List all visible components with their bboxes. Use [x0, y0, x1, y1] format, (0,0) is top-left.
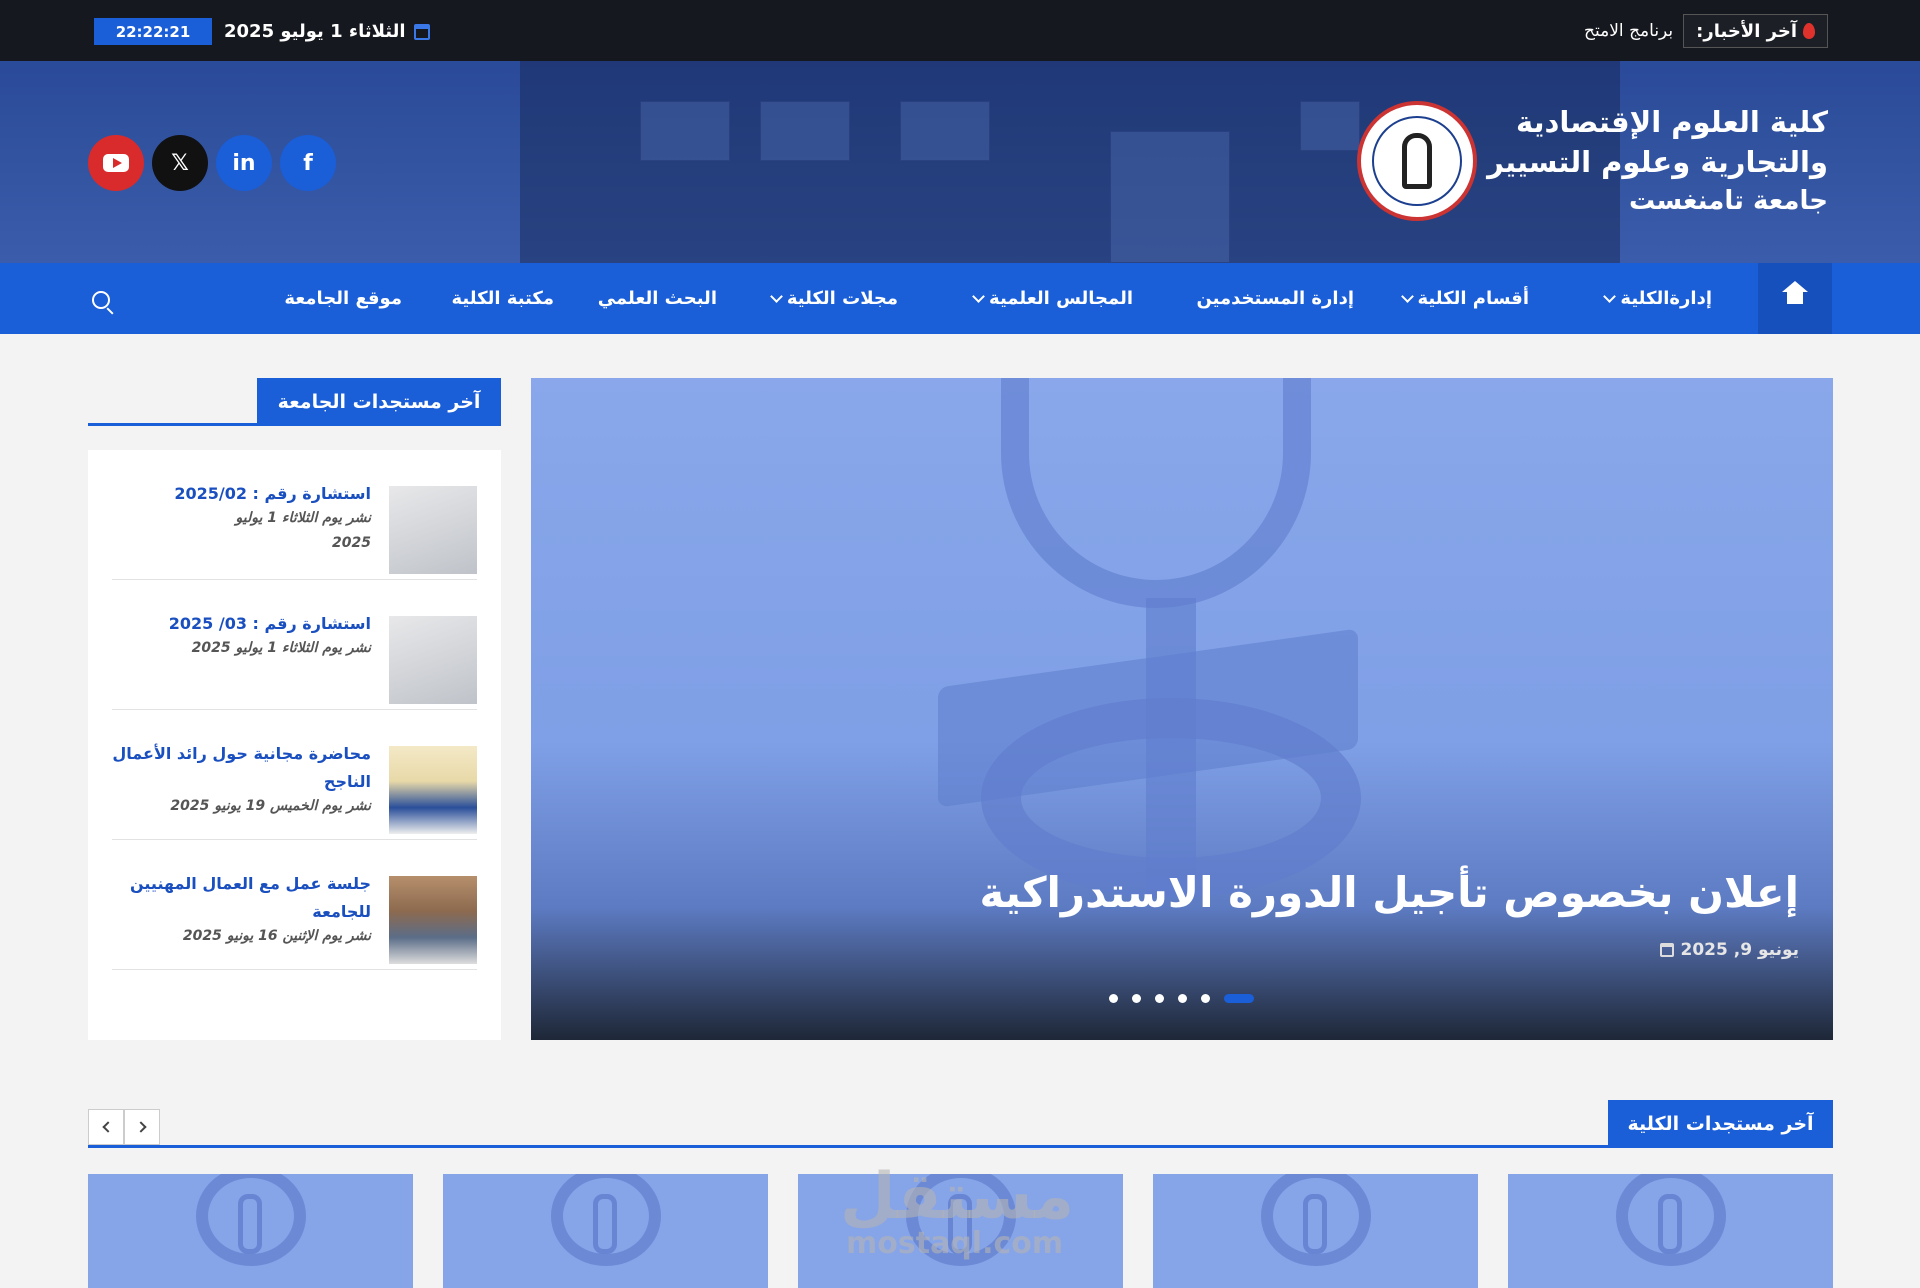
chevron-down-icon	[972, 289, 985, 303]
slider-dot[interactable]	[1109, 994, 1118, 1003]
post-thumbnail[interactable]	[389, 746, 477, 834]
slider-dot[interactable]	[1178, 994, 1187, 1003]
nav-item-departments[interactable]: أقسام الكلية	[1400, 263, 1529, 334]
section-title: آخر مستجدات الكلية	[1608, 1100, 1833, 1148]
slider-pagination	[1109, 994, 1254, 1003]
post-thumbnail[interactable]	[389, 616, 477, 704]
social-links: 𝕏 in f	[88, 135, 336, 191]
news-card[interactable]	[88, 1174, 413, 1288]
main-navigation: إدارةالكلية أقسام الكلية إدارة المستخدمي…	[0, 263, 1920, 334]
news-label: آخر الأخبار:	[1683, 14, 1828, 48]
list-item[interactable]: محاضرة مجانية حول رائد الأعمال الناجح نش…	[112, 710, 477, 840]
calendar-icon	[413, 23, 430, 40]
news-card[interactable]	[1153, 1174, 1478, 1288]
slider-dot[interactable]	[1132, 994, 1141, 1003]
faculty-news-header: آخر مستجدات الكلية	[88, 1100, 1833, 1148]
calendar-icon	[1660, 943, 1675, 957]
carousel-controls	[88, 1109, 160, 1145]
current-date: الثلاثاء 1 يوليو 2025	[224, 21, 406, 42]
post-title[interactable]: استشارة رقم : 03/ 2025	[112, 610, 371, 638]
list-item[interactable]: استشارة رقم : 2025/02 نشر يوم الثلاثاء 1…	[112, 450, 477, 580]
home-icon	[1782, 280, 1808, 309]
carousel-next-button[interactable]	[124, 1109, 160, 1145]
site-title: كلية العلوم الإقتصادية والتجارية وعلوم ا…	[1487, 105, 1828, 216]
site-branding[interactable]: كلية العلوم الإقتصادية والتجارية وعلوم ا…	[1357, 101, 1828, 221]
list-item[interactable]: استشارة رقم : 03/ 2025 نشر يوم الثلاثاء …	[112, 580, 477, 710]
search-icon[interactable]	[92, 291, 110, 309]
chevron-right-icon	[134, 1121, 147, 1133]
post-date: نشر يوم الثلاثاء 1 يوليو	[235, 510, 372, 526]
watermark: مستقل	[840, 1160, 1075, 1234]
list-item[interactable]: جلسة عمل مع العمال المهنيين للجامعة نشر …	[112, 840, 477, 970]
linkedin-button[interactable]: in	[216, 135, 272, 191]
carousel-prev-button[interactable]	[88, 1109, 124, 1145]
emblem-image	[1001, 378, 1311, 608]
chevron-down-icon	[1603, 289, 1617, 303]
sidebar-header: آخر مستجدات الجامعة	[88, 378, 501, 426]
slider-dot[interactable]	[1201, 994, 1210, 1003]
watermark-url: mostaql.com	[846, 1226, 1064, 1261]
nav-item-scientific-councils[interactable]: المجالس العلمية	[972, 263, 1133, 334]
news-card[interactable]	[443, 1174, 768, 1288]
chevron-left-icon	[101, 1121, 114, 1133]
post-date: نشر يوم الثلاثاء 1 يوليو 2025	[191, 640, 371, 656]
clock: 22:22:21	[94, 18, 212, 45]
x-button[interactable]: 𝕏	[152, 135, 208, 191]
nav-item-staff-admin[interactable]: إدارة المستخدمين	[1196, 263, 1354, 334]
home-button[interactable]	[1758, 263, 1832, 334]
top-bar: آخر الأخبار: برنامج الامتح 22:22:21 الثل…	[0, 0, 1920, 61]
nav-item-research[interactable]: البحث العلمي	[598, 263, 717, 334]
x-icon: 𝕏	[171, 150, 189, 176]
sidebar-title: آخر مستجدات الجامعة	[257, 378, 501, 426]
post-thumbnail[interactable]	[389, 486, 477, 574]
flame-icon	[1803, 23, 1815, 39]
nav-item-library[interactable]: مكتبة الكلية	[452, 263, 555, 334]
chevron-down-icon	[1400, 289, 1414, 303]
news-ticker: آخر الأخبار: برنامج الامتح	[1573, 14, 1828, 48]
slider-dot[interactable]	[1155, 994, 1164, 1003]
slide-date: يونيو 9, 2025	[1660, 940, 1799, 960]
featured-slider[interactable]: إعلان بخصوص تأجيل الدورة الاستدراكية يون…	[531, 378, 1833, 1040]
university-news-list: استشارة رقم : 2025/02 نشر يوم الثلاثاء 1…	[88, 450, 501, 1040]
facebook-button[interactable]: f	[280, 135, 336, 191]
linkedin-icon: in	[232, 150, 256, 176]
news-card[interactable]	[1508, 1174, 1833, 1288]
nav-item-faculty-admin[interactable]: إدارةالكلية	[1603, 263, 1712, 334]
news-ticker-text[interactable]: برنامج الامتح	[1573, 21, 1683, 41]
nav-item-university-site[interactable]: موقع الجامعة	[284, 263, 402, 334]
post-title[interactable]: محاضرة مجانية حول رائد الأعمال الناجح	[112, 740, 371, 796]
slider-dot-active[interactable]	[1224, 994, 1254, 1003]
post-date: 2025	[332, 535, 371, 551]
facebook-icon: f	[303, 150, 313, 176]
nav-item-journals[interactable]: مجلات الكلية	[769, 263, 898, 334]
faculty-logo[interactable]	[1357, 101, 1478, 221]
date-time: 22:22:21 الثلاثاء 1 يوليو 2025	[94, 18, 430, 45]
site-header: كلية العلوم الإقتصادية والتجارية وعلوم ا…	[0, 61, 1920, 263]
youtube-icon	[103, 154, 129, 172]
post-thumbnail[interactable]	[389, 876, 477, 964]
post-title[interactable]: جلسة عمل مع العمال المهنيين للجامعة	[112, 870, 371, 926]
slide-title[interactable]: إعلان بخصوص تأجيل الدورة الاستدراكية	[979, 868, 1799, 917]
post-date: نشر يوم الخميس 19 يونيو 2025	[170, 798, 371, 814]
youtube-button[interactable]	[88, 135, 144, 191]
chevron-down-icon	[769, 289, 783, 303]
post-date: نشر يوم الإثنين 16 يونيو 2025	[182, 928, 371, 944]
post-title[interactable]: استشارة رقم : 2025/02	[112, 480, 371, 508]
